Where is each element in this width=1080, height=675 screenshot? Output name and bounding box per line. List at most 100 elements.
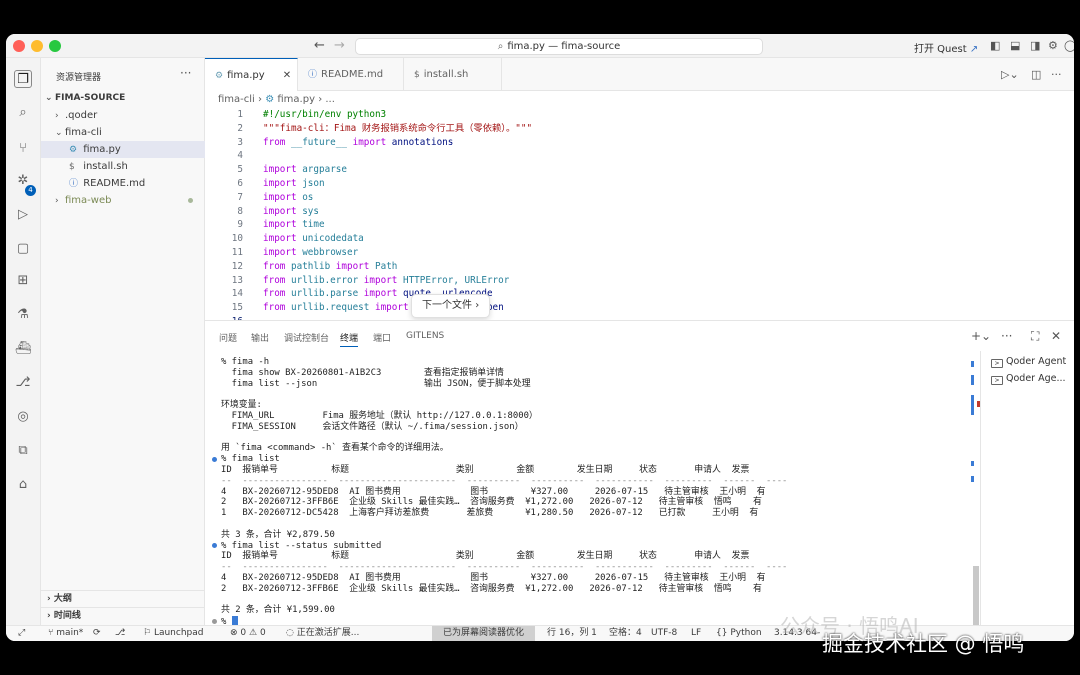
- maximize-panel-icon[interactable]: ⛶: [1031, 329, 1039, 344]
- breadcrumb-folder[interactable]: fima-cli: [218, 94, 255, 105]
- code-line: 2 """fima-cli：Fima 财务报销系统命令行工具（零依赖）。""": [205, 122, 1074, 136]
- settings-gear-icon[interactable]: ⚙: [1048, 39, 1058, 52]
- toggle-panel-icon[interactable]: ⬓: [1010, 39, 1020, 52]
- command-center[interactable]: ⌕ fima.py — fima-source: [355, 38, 763, 55]
- new-terminal-icon[interactable]: +⌄: [971, 329, 991, 343]
- problems-status[interactable]: ⊗ 0 ⚠ 0: [230, 626, 266, 641]
- terminal-scrollbar[interactable]: [973, 566, 979, 626]
- more-actions-icon[interactable]: ···: [1001, 329, 1012, 343]
- tree-item-qoder[interactable]: › .qoder: [41, 107, 205, 124]
- code-line: 8 import sys: [205, 205, 1074, 219]
- tab-gitlens[interactable]: GITLENS: [406, 331, 444, 341]
- explorer-icon[interactable]: ❐: [14, 70, 32, 88]
- close-icon[interactable]: ✕: [283, 70, 291, 81]
- toggle-secondary-sidebar-icon[interactable]: ◨: [1030, 39, 1040, 52]
- keyword: import: [263, 219, 297, 231]
- tab-debug-console[interactable]: 调试控制台: [284, 331, 329, 344]
- toggle-sidebar-icon[interactable]: ◧: [990, 39, 1000, 52]
- code-editor[interactable]: 1 #!/usr/bin/env python3 2 """fima-cli：Fim…: [205, 108, 1074, 320]
- docker-icon[interactable]: ⛴: [14, 340, 32, 358]
- connections-icon[interactable]: ⧉: [14, 442, 32, 460]
- terminal-output[interactable]: % fima -h fima show BX-20260801-A1B2C3 查…: [205, 351, 980, 626]
- open-quest-button[interactable]: 打开 Quest ↗: [914, 40, 978, 55]
- tree-item-fima-cli[interactable]: ⌄ fima-cli: [41, 124, 205, 141]
- encoding[interactable]: UTF-8: [651, 626, 677, 641]
- keyword: from: [263, 302, 286, 314]
- tab-terminal[interactable]: 终端: [340, 331, 359, 347]
- terminal-line: 2 BX-20260712-3FFB6E 企业级 Skills 最佳实践… 咨询…: [221, 497, 762, 508]
- branch-icon: ⑂: [48, 628, 54, 638]
- sync-icon[interactable]: ⟳: [93, 626, 101, 641]
- command-marker-dot[interactable]: [212, 543, 217, 549]
- tab-output[interactable]: 输出: [251, 331, 269, 344]
- tree-item-readme[interactable]: ⓘ README.md: [41, 175, 205, 192]
- info-file-icon: ⓘ: [308, 70, 318, 80]
- module-name: os: [302, 191, 314, 203]
- command-marker-dot[interactable]: [212, 619, 217, 624]
- terminal-item-2[interactable]: > Qoder Age...: [991, 373, 1066, 385]
- timeline-section[interactable]: › 时间线: [41, 607, 205, 624]
- code-line: 10 import unicodedata: [205, 232, 1074, 246]
- terminal-item-1[interactable]: > Qoder Agent: [991, 356, 1066, 368]
- line-number: 8: [237, 205, 243, 217]
- github-icon[interactable]: ⌂: [14, 476, 32, 494]
- tree-item-fima-py[interactable]: ⚙ fima.py: [41, 141, 205, 158]
- tab-readme[interactable]: ⓘ README.md: [298, 58, 404, 91]
- tab-install-sh[interactable]: $ install.sh: [404, 58, 502, 91]
- git-graph-icon[interactable]: ⎇: [14, 374, 32, 392]
- error-count: 0: [240, 628, 247, 638]
- command-marker-dot[interactable]: [212, 457, 217, 462]
- more-actions-icon[interactable]: ···: [180, 66, 191, 80]
- close-window-button[interactable]: [13, 40, 25, 52]
- tab-problems[interactable]: 问题: [219, 331, 237, 344]
- identifier: annotations: [391, 136, 454, 148]
- branch-status[interactable]: ⑂ main*: [48, 626, 83, 641]
- account-icon[interactable]: ◯: [1064, 39, 1074, 52]
- breadcrumb-more[interactable]: ...: [325, 94, 335, 105]
- terminal-line: 4 BX-20260712-95DED8 AI 图书费用 图书 ¥327.00 …: [221, 573, 766, 583]
- outline-section[interactable]: › 大纲: [41, 590, 205, 607]
- split-editor-icon[interactable]: ◫: [1031, 68, 1041, 81]
- tab-fima-py[interactable]: ⚙ fima.py ✕: [205, 58, 298, 91]
- tab-ports[interactable]: 端口: [373, 331, 391, 344]
- next-file-button[interactable]: 下一个文件 ›: [411, 294, 491, 318]
- remote-icon[interactable]: ⤢: [18, 626, 25, 641]
- terminal-line: -- ---------------- --------------------…: [221, 562, 788, 573]
- activating-status: ◌ 正在激活扩展...: [286, 626, 359, 641]
- extensions-icon[interactable]: ⊞: [14, 272, 32, 290]
- testing-flask-icon[interactable]: ⚗: [14, 306, 32, 324]
- back-arrow-icon[interactable]: ←: [314, 38, 325, 53]
- modified-dot: [188, 198, 193, 203]
- end-of-line[interactable]: LF: [691, 626, 701, 641]
- terminal-line: 2 BX-20260712-3FFB6E 企业级 Skills 最佳实践… 咨询…: [221, 583, 762, 594]
- extensions-sparkle-icon[interactable]: ✲: [14, 172, 32, 190]
- run-icon[interactable]: ▷⌄: [1001, 68, 1019, 81]
- workspace-root[interactable]: ⌄ FIMA-SOURCE: [41, 90, 205, 107]
- tree-item-install-sh[interactable]: $ install.sh: [41, 158, 205, 175]
- chevron-right-icon: ›: [47, 611, 51, 621]
- search-icon[interactable]: ⌕: [14, 104, 32, 122]
- tree-item-fima-web[interactable]: › fima-web: [41, 192, 205, 209]
- gitlens-icon[interactable]: ◎: [14, 408, 32, 426]
- run-debug-icon[interactable]: ▷: [14, 206, 32, 224]
- screen-reader-status[interactable]: 已为屏幕阅读器优化: [432, 626, 535, 641]
- breadcrumb-file[interactable]: fima.py: [277, 94, 315, 105]
- cursor-position[interactable]: 行 16，列 1: [547, 626, 597, 641]
- keyword: import: [263, 247, 297, 258]
- close-panel-icon[interactable]: ✕: [1051, 329, 1061, 343]
- remote-explorer-icon[interactable]: ▢: [14, 240, 32, 258]
- more-actions-icon[interactable]: ···: [1051, 68, 1062, 81]
- bottom-panel: 问题 输出 调试控制台 终端 端口 GITLENS +⌄ ··· ⛶ ✕ % f…: [205, 320, 1074, 626]
- launchpad-status[interactable]: ⚐ Launchpad: [143, 626, 203, 641]
- line-text: from urllib.error import HTTPError, URLE…: [263, 274, 509, 288]
- forward-arrow-icon[interactable]: →: [334, 38, 345, 53]
- git-graph-icon[interactable]: ⎇: [115, 626, 125, 641]
- minimize-window-button[interactable]: [31, 40, 43, 52]
- explorer-title: 资源管理器: [56, 73, 102, 83]
- maximize-window-button[interactable]: [49, 40, 61, 52]
- source-control-icon[interactable]: ⑂: [14, 140, 32, 158]
- language-mode[interactable]: {} Python: [716, 626, 762, 641]
- scroll-marker: [971, 375, 974, 385]
- indentation[interactable]: 空格：4: [609, 626, 642, 641]
- keyword: import: [263, 205, 297, 217]
